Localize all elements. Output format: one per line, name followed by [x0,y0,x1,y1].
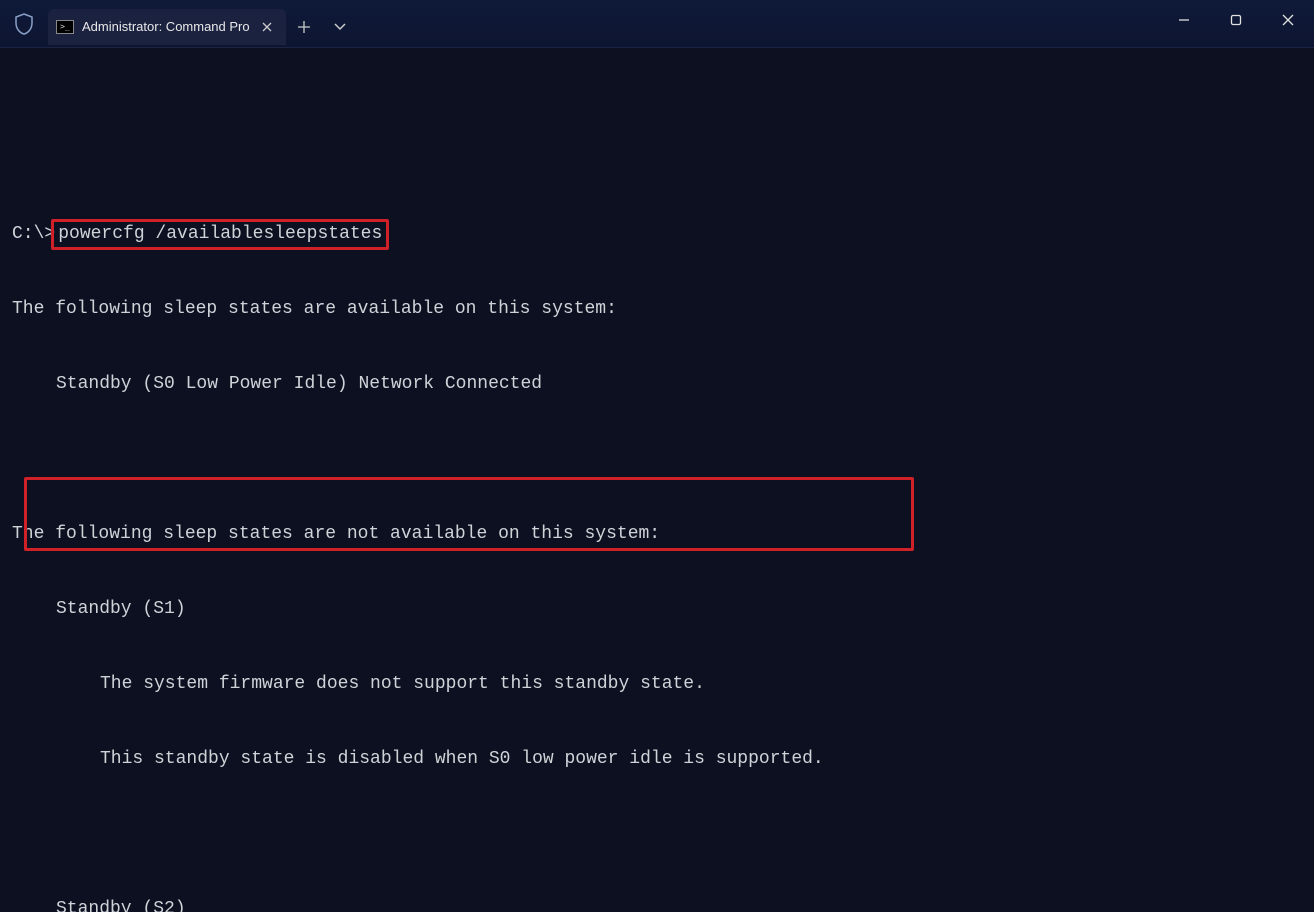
new-tab-button[interactable] [286,9,322,45]
minimize-button[interactable] [1158,0,1210,40]
terminal-line: Standby (S0 Low Power Idle) Network Conn… [12,372,1302,397]
tab-title: Administrator: Command Pro [82,19,250,34]
terminal-output[interactable]: C:\>powercfg /availablesleepstates The f… [0,48,1314,912]
close-button[interactable] [1262,0,1314,40]
terminal-line: C:\>powercfg /availablesleepstates [12,222,1302,247]
prompt: C:\> [12,224,55,244]
terminal-line [12,822,1302,847]
window-controls [1158,0,1314,48]
terminal-line: Standby (S2) [12,897,1302,912]
terminal-line [12,447,1302,472]
command-text: powercfg /availablesleepstates [58,224,382,244]
titlebar: >_ Administrator: Command Pro [0,0,1314,48]
cmd-icon: >_ [56,20,74,34]
tab-active[interactable]: >_ Administrator: Command Pro [48,9,286,45]
terminal-line: The following sleep states are not avail… [12,522,1302,547]
terminal-line: The system firmware does not support thi… [12,672,1302,697]
shield-icon [0,0,48,48]
terminal-line: Standby (S1) [12,597,1302,622]
tab-close-button[interactable] [258,18,276,36]
maximize-button[interactable] [1210,0,1262,40]
terminal-line: This standby state is disabled when S0 l… [12,747,1302,772]
highlight-box-cmd1: powercfg /availablesleepstates [51,219,389,250]
tab-dropdown-button[interactable] [322,9,358,45]
terminal-line: The following sleep states are available… [12,297,1302,322]
